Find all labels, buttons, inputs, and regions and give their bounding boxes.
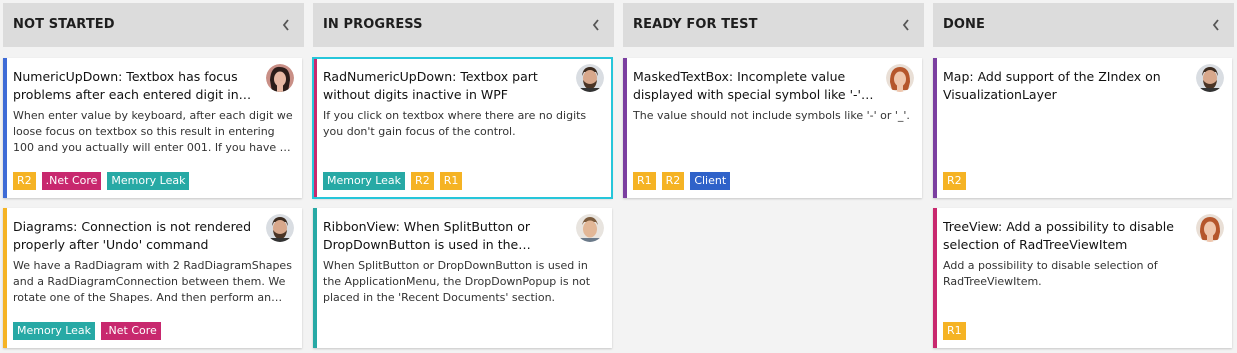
task-card[interactable]: Diagrams: Connection is not rendered pro… xyxy=(3,208,302,348)
task-card-selected[interactable]: RadNumericUpDown: Textbox part without d… xyxy=(312,57,613,199)
card-description: Add a possibility to disable selection o… xyxy=(943,259,1158,288)
tag-net-core[interactable]: .Net Core xyxy=(41,172,102,190)
tag-memory-leak[interactable]: Memory Leak xyxy=(107,172,190,190)
tag-client[interactable]: Client xyxy=(690,172,731,190)
column-header: DONE xyxy=(933,3,1234,47)
column-title: IN PROGRESS xyxy=(323,17,423,32)
card-title: Diagrams: Connection is not rendered pro… xyxy=(13,219,252,252)
tag-list: R2 .Net Core Memory Leak xyxy=(13,172,190,190)
avatar xyxy=(576,214,604,242)
card-description: When enter value by keyboard, after each… xyxy=(13,109,293,154)
card-description: If you click on textbox where there are … xyxy=(323,109,587,138)
avatar xyxy=(576,64,604,92)
collapse-column-button[interactable] xyxy=(276,13,296,37)
tag-memory-leak[interactable]: Memory Leak xyxy=(13,322,96,340)
column-header: READY FOR TEST xyxy=(623,3,924,47)
card-description: We have a RadDiagram with 2 RadDiagramSh… xyxy=(13,259,292,304)
column-title: READY FOR TEST xyxy=(633,17,758,32)
avatar xyxy=(1196,214,1224,242)
chevron-left-icon xyxy=(592,19,599,31)
column-header: NOT STARTED xyxy=(3,3,304,47)
collapse-column-button[interactable] xyxy=(896,13,916,37)
collapse-column-button[interactable] xyxy=(586,13,606,37)
card-title: RibbonView: When SplitButton or DropDown… xyxy=(323,219,530,252)
column-title: NOT STARTED xyxy=(13,17,115,32)
chevron-left-icon xyxy=(1212,19,1219,31)
card-title: TreeView: Add a possibility to disable s… xyxy=(943,219,1174,252)
tag-r2[interactable]: R2 xyxy=(13,172,36,190)
tag-memory-leak[interactable]: Memory Leak xyxy=(323,172,406,190)
card-title: MaskedTextBox: Incomplete value displaye… xyxy=(633,69,861,102)
column-title: DONE xyxy=(943,17,986,32)
tag-net-core[interactable]: .Net Core xyxy=(101,322,161,340)
task-card[interactable]: TreeView: Add a possibility to disable s… xyxy=(933,208,1232,348)
card-title: Map: Add support of the ZIndex on Visual… xyxy=(943,69,1161,102)
task-card[interactable]: MaskedTextBox: Incomplete value displaye… xyxy=(623,58,922,198)
column-in-progress: IN PROGRESS RadNumericUpDown: Textbox pa… xyxy=(312,3,614,353)
tag-r2[interactable]: R2 xyxy=(661,172,685,190)
column-not-started: NOT STARTED NumericUpDown: Textbox has f… xyxy=(3,3,304,353)
task-card[interactable]: NumericUpDown: Textbox has focus problem… xyxy=(3,58,302,198)
card-title: RadNumericUpDown: Textbox part without d… xyxy=(323,69,538,102)
chevron-left-icon xyxy=(902,19,909,31)
tag-list: R1 xyxy=(943,322,966,340)
task-card[interactable]: RibbonView: When SplitButton or DropDown… xyxy=(313,208,612,348)
task-card[interactable]: Map: Add support of the ZIndex on Visual… xyxy=(933,58,1232,198)
card-description: The value should not include symbols lik… xyxy=(633,109,910,122)
avatar xyxy=(266,64,294,92)
column-done: DONE Map: Add support of the ZIndex on V… xyxy=(933,3,1234,353)
tag-list: Memory Leak .Net Core xyxy=(13,322,161,340)
chevron-left-icon xyxy=(282,19,289,31)
tag-r1[interactable]: R1 xyxy=(439,172,463,190)
tag-list: R1 R2 Client xyxy=(633,172,731,190)
avatar xyxy=(1196,64,1224,92)
card-description: When SplitButton or DropDownButton is us… xyxy=(323,259,591,304)
tag-list: Memory Leak R2 R1 xyxy=(323,172,463,190)
tag-r2[interactable]: R2 xyxy=(943,172,966,190)
tag-list: R2 xyxy=(943,172,966,190)
tag-r1[interactable]: R1 xyxy=(943,322,966,340)
tag-r2[interactable]: R2 xyxy=(411,172,434,190)
avatar xyxy=(886,64,914,92)
card-title: NumericUpDown: Textbox has focus problem… xyxy=(13,69,239,102)
column-ready-for-test: READY FOR TEST MaskedTextBox: Incomplete… xyxy=(623,3,924,353)
column-header: IN PROGRESS xyxy=(313,3,614,47)
tag-r1[interactable]: R1 xyxy=(633,172,656,190)
collapse-column-button[interactable] xyxy=(1206,13,1226,37)
avatar xyxy=(266,214,294,242)
